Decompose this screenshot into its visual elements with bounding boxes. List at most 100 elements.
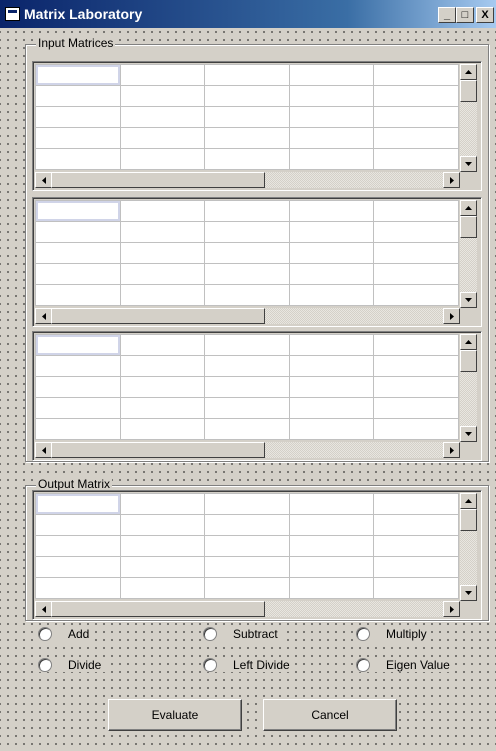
grid-cell[interactable] bbox=[204, 556, 290, 578]
grid-cell[interactable] bbox=[373, 577, 459, 599]
grid-cell[interactable] bbox=[373, 200, 459, 222]
scroll-up-button[interactable] bbox=[460, 200, 477, 216]
horizontal-scroll-thumb[interactable] bbox=[51, 442, 265, 458]
grid-cell[interactable] bbox=[373, 493, 459, 515]
grid-cell[interactable] bbox=[35, 242, 121, 264]
horizontal-scroll-thumb[interactable] bbox=[51, 172, 265, 188]
radio-circle[interactable] bbox=[203, 627, 217, 641]
grid-cell[interactable] bbox=[204, 85, 290, 107]
grid-cells[interactable] bbox=[35, 493, 459, 599]
grid-cell[interactable] bbox=[288, 284, 375, 306]
horizontal-scroll-thumb[interactable] bbox=[51, 308, 265, 324]
radio-multiply[interactable]: Multiply bbox=[354, 627, 431, 641]
grid-cell[interactable] bbox=[288, 397, 375, 419]
grid-cell[interactable] bbox=[35, 556, 121, 578]
grid-cell[interactable] bbox=[288, 64, 375, 86]
grid-cell[interactable] bbox=[373, 242, 459, 264]
grid-cell[interactable] bbox=[204, 200, 290, 222]
grid-cell[interactable] bbox=[373, 64, 459, 86]
radio-circle[interactable] bbox=[203, 658, 217, 672]
horizontal-scrollbar[interactable] bbox=[35, 442, 460, 458]
grid-cells[interactable] bbox=[35, 334, 459, 440]
grid-cell[interactable] bbox=[373, 514, 459, 536]
scroll-right-button[interactable] bbox=[443, 442, 460, 458]
radio-divide[interactable]: Divide bbox=[36, 658, 106, 672]
grid-cell[interactable] bbox=[119, 397, 206, 419]
radio-circle[interactable] bbox=[38, 627, 52, 641]
input-matrix-grid-1[interactable] bbox=[32, 61, 482, 191]
cancel-button[interactable]: Cancel bbox=[263, 699, 397, 731]
grid-cell[interactable] bbox=[35, 535, 121, 557]
input-matrix-grid-3[interactable] bbox=[32, 331, 482, 461]
grid-cell[interactable] bbox=[35, 493, 121, 515]
vertical-scroll-thumb[interactable] bbox=[460, 509, 477, 531]
title-bar[interactable]: Matrix Laboratory _ □ X bbox=[0, 0, 496, 28]
grid-cell[interactable] bbox=[288, 221, 375, 243]
horizontal-scrollbar[interactable] bbox=[35, 601, 460, 617]
grid-cell[interactable] bbox=[373, 334, 459, 356]
grid-cell[interactable] bbox=[204, 577, 290, 599]
grid-cell[interactable] bbox=[35, 284, 121, 306]
grid-cell[interactable] bbox=[35, 263, 121, 285]
grid-cell[interactable] bbox=[204, 355, 290, 377]
grid-cell[interactable] bbox=[288, 85, 375, 107]
grid-cell[interactable] bbox=[119, 242, 206, 264]
scroll-left-button[interactable] bbox=[35, 172, 52, 188]
maximize-button[interactable]: □ bbox=[456, 7, 474, 23]
minimize-button[interactable]: _ bbox=[438, 7, 456, 23]
scroll-left-button[interactable] bbox=[35, 442, 52, 458]
grid-cell[interactable] bbox=[204, 127, 290, 149]
grid-cell[interactable] bbox=[204, 535, 290, 557]
grid-cell[interactable] bbox=[119, 334, 206, 356]
grid-cell[interactable] bbox=[288, 514, 375, 536]
grid-cell[interactable] bbox=[119, 418, 206, 440]
scroll-up-button[interactable] bbox=[460, 493, 477, 509]
grid-cell[interactable] bbox=[373, 376, 459, 398]
grid-cell[interactable] bbox=[119, 148, 206, 170]
grid-cell[interactable] bbox=[119, 263, 206, 285]
radio-circle[interactable] bbox=[38, 658, 52, 672]
grid-cell[interactable] bbox=[373, 535, 459, 557]
grid-cell[interactable] bbox=[119, 221, 206, 243]
grid-cell[interactable] bbox=[204, 418, 290, 440]
grid-cell[interactable] bbox=[35, 376, 121, 398]
vertical-scrollbar[interactable] bbox=[460, 64, 477, 172]
grid-cell[interactable] bbox=[204, 64, 290, 86]
grid-cell[interactable] bbox=[204, 493, 290, 515]
grid-cell[interactable] bbox=[373, 106, 459, 128]
radio-circle[interactable] bbox=[356, 658, 370, 672]
grid-cell[interactable] bbox=[35, 64, 121, 86]
scroll-down-button[interactable] bbox=[460, 426, 477, 442]
grid-cell[interactable] bbox=[119, 577, 206, 599]
grid-cells[interactable] bbox=[35, 64, 459, 170]
scroll-down-button[interactable] bbox=[460, 292, 477, 308]
scroll-up-button[interactable] bbox=[460, 334, 477, 350]
scroll-right-button[interactable] bbox=[443, 172, 460, 188]
radio-left-divide[interactable]: Left Divide bbox=[201, 658, 294, 672]
grid-cell[interactable] bbox=[204, 376, 290, 398]
radio-circle[interactable] bbox=[356, 627, 370, 641]
grid-cell[interactable] bbox=[35, 514, 121, 536]
grid-cells[interactable] bbox=[35, 200, 459, 306]
grid-cell[interactable] bbox=[204, 284, 290, 306]
grid-cell[interactable] bbox=[35, 106, 121, 128]
grid-cell[interactable] bbox=[35, 577, 121, 599]
grid-cell[interactable] bbox=[35, 148, 121, 170]
grid-cell[interactable] bbox=[288, 418, 375, 440]
grid-cell[interactable] bbox=[373, 397, 459, 419]
grid-cell[interactable] bbox=[288, 577, 375, 599]
horizontal-scrollbar[interactable] bbox=[35, 172, 460, 188]
grid-cell[interactable] bbox=[35, 397, 121, 419]
grid-cell[interactable] bbox=[288, 106, 375, 128]
horizontal-scrollbar[interactable] bbox=[35, 308, 460, 324]
vertical-scrollbar[interactable] bbox=[460, 200, 477, 308]
scroll-left-button[interactable] bbox=[35, 308, 52, 324]
grid-cell[interactable] bbox=[119, 106, 206, 128]
grid-cell[interactable] bbox=[35, 200, 121, 222]
grid-cell[interactable] bbox=[288, 200, 375, 222]
grid-cell[interactable] bbox=[373, 418, 459, 440]
grid-cell[interactable] bbox=[288, 242, 375, 264]
grid-cell[interactable] bbox=[204, 242, 290, 264]
vertical-scrollbar[interactable] bbox=[460, 334, 477, 442]
horizontal-scroll-thumb[interactable] bbox=[51, 601, 265, 617]
